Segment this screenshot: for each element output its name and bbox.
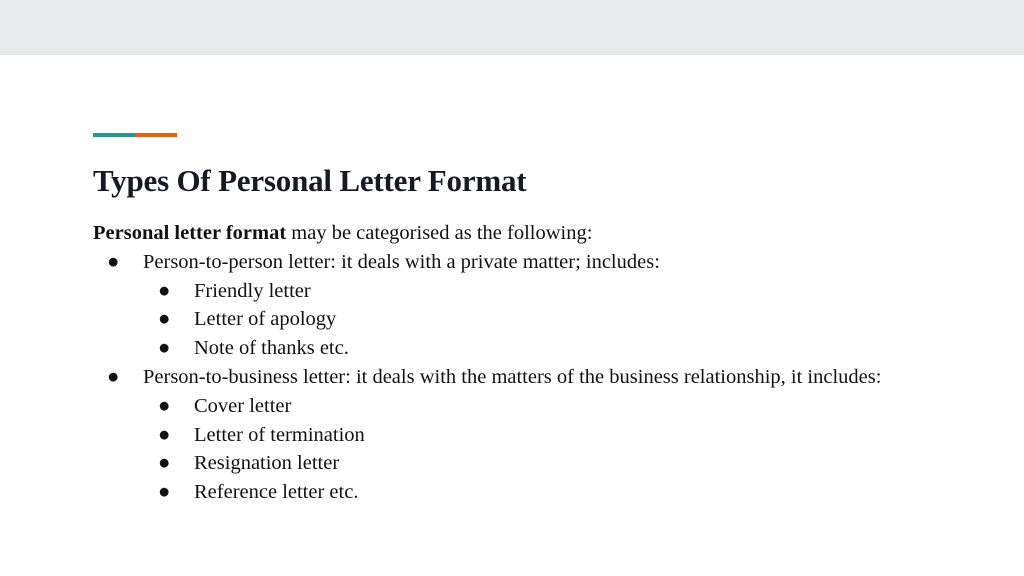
list-item-text: Person-to-business letter: it deals with… xyxy=(143,365,882,388)
sub-list: ● Friendly letter ● Letter of apology ● Not… xyxy=(143,277,913,363)
sub-list-item: ● Note of thanks etc. xyxy=(143,334,913,363)
accent-bar-teal xyxy=(93,133,135,137)
bullet-icon: ● xyxy=(107,365,120,388)
bullet-icon: ● xyxy=(158,481,171,504)
bullet-icon: ● xyxy=(107,250,120,273)
bullet-icon: ● xyxy=(158,308,171,331)
sub-list-item-text: Note of thanks etc. xyxy=(194,337,349,360)
sub-list-item: ● Reference letter etc. xyxy=(143,478,913,507)
sub-list-item-text: Cover letter xyxy=(194,394,292,417)
slide-body: Personal letter format may be categorise… xyxy=(93,219,913,507)
list-item: ● Person-to-person letter: it deals with… xyxy=(93,248,913,363)
slide-title: Types Of Personal Letter Format xyxy=(93,163,527,198)
sub-list-item: ● Resignation letter xyxy=(143,449,913,478)
top-bar xyxy=(0,0,1024,55)
sub-list-item-text: Letter of apology xyxy=(194,308,337,331)
bullet-icon: ● xyxy=(158,394,171,417)
bullet-icon: ● xyxy=(158,337,171,360)
sub-list-item: ● Letter of apology xyxy=(143,305,913,334)
bullet-icon: ● xyxy=(158,279,171,302)
list-item-text: Person-to-person letter: it deals with a… xyxy=(143,250,660,273)
accent-bar-orange xyxy=(135,133,177,137)
sub-list-item-text: Letter of termination xyxy=(194,423,365,446)
intro-paragraph: Personal letter format may be categorise… xyxy=(93,219,913,248)
bullet-icon: ● xyxy=(158,423,171,446)
bullet-list: ● Person-to-person letter: it deals with… xyxy=(93,248,913,507)
sub-list-item: ● Cover letter xyxy=(143,392,913,421)
sub-list-item-text: Friendly letter xyxy=(194,279,311,302)
intro-text: may be categorised as the following: xyxy=(286,222,593,244)
intro-bold: Personal letter format xyxy=(93,222,287,244)
sub-list-item-text: Reference letter etc. xyxy=(194,481,359,504)
sub-list-item: ● Friendly letter xyxy=(143,277,913,306)
sub-list: ● Cover letter ● Letter of termination ● Re… xyxy=(143,392,913,507)
list-item: ● Person-to-business letter: it deals wi… xyxy=(93,363,913,507)
bullet-icon: ● xyxy=(158,452,171,475)
sub-list-item-text: Resignation letter xyxy=(194,452,340,475)
sub-list-item: ● Letter of termination xyxy=(143,421,913,450)
